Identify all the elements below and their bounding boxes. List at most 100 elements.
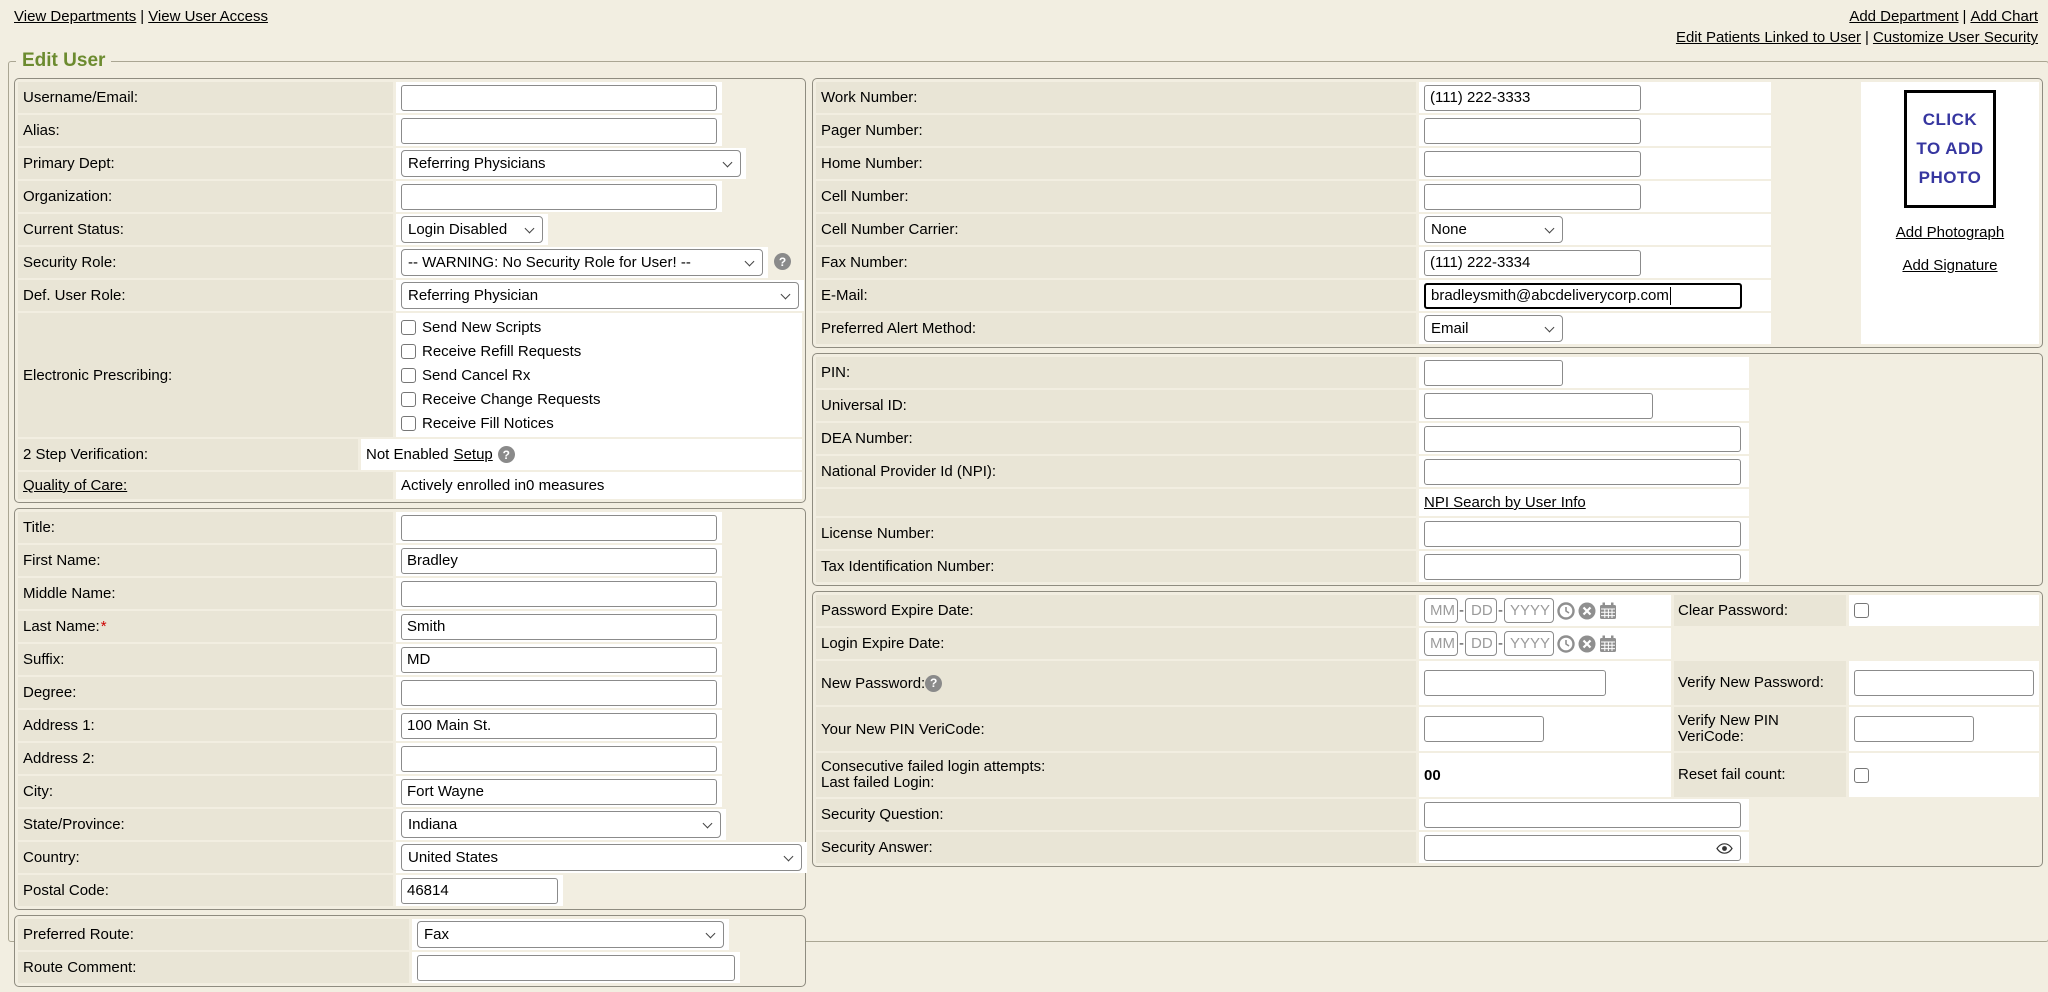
alias-input[interactable]: [401, 118, 717, 144]
send-new-scripts-checkbox[interactable]: [401, 320, 416, 335]
clock-icon[interactable]: [1557, 602, 1575, 620]
add-department-link[interactable]: Add Department: [1849, 8, 1958, 25]
account-box: Username/Email: Alias: Primary Dept: Ref…: [14, 78, 806, 503]
security-question-input[interactable]: [1424, 802, 1741, 828]
pin-label: PIN:: [816, 357, 1416, 388]
primary-dept-select[interactable]: Referring Physicians: [401, 150, 741, 177]
add-signature-link[interactable]: Add Signature: [1902, 257, 1997, 274]
route-comment-label: Route Comment:: [18, 952, 409, 983]
password-expire-dd[interactable]: DD: [1465, 598, 1497, 623]
chevron-down-icon: [525, 224, 535, 234]
login-expire-label: Login Expire Date:: [816, 628, 1416, 659]
country-select[interactable]: United States: [401, 844, 802, 871]
license-number-input[interactable]: [1424, 521, 1741, 547]
login-expire-dd[interactable]: DD: [1465, 631, 1497, 656]
suffix-input[interactable]: MD: [401, 647, 717, 673]
new-password-input[interactable]: [1424, 670, 1606, 696]
receive-fill-notices-checkbox[interactable]: [401, 416, 416, 431]
password-expire-label: Password Expire Date:: [816, 595, 1416, 626]
pin-vericode-input[interactable]: [1424, 716, 1544, 742]
receive-refill-requests-label: Receive Refill Requests: [422, 343, 581, 360]
last-name-input[interactable]: Smith: [401, 614, 717, 640]
first-name-input[interactable]: Bradley: [401, 548, 717, 574]
cell-carrier-row: Cell Number Carrier: None: [816, 214, 1858, 245]
add-chart-link[interactable]: Add Chart: [1970, 8, 2038, 25]
view-user-access-link[interactable]: View User Access: [148, 8, 268, 25]
degree-input[interactable]: [401, 680, 717, 706]
failed-attempts-value: 00: [1424, 767, 1441, 784]
city-input[interactable]: Fort Wayne: [401, 779, 717, 805]
tax-id-input[interactable]: [1424, 554, 1741, 580]
postal-input[interactable]: 46814: [401, 878, 558, 904]
reset-fail-count-label: Reset fail count:: [1674, 753, 1846, 797]
email-input[interactable]: bradleysmith@abcdeliverycorp.com: [1424, 283, 1742, 309]
edit-patients-linked-link[interactable]: Edit Patients Linked to User: [1676, 29, 1861, 46]
state-value: Indiana: [408, 816, 457, 833]
receive-refill-requests-checkbox[interactable]: [401, 344, 416, 359]
customize-user-security-link[interactable]: Customize User Security: [1873, 29, 2038, 46]
reset-fail-count-checkbox[interactable]: [1854, 768, 1869, 783]
pager-number-input[interactable]: [1424, 118, 1641, 144]
add-photo-box[interactable]: CLICK TO ADD PHOTO: [1904, 90, 1996, 208]
username-input[interactable]: [401, 85, 717, 111]
cell-number-input[interactable]: [1424, 184, 1641, 210]
email-row: E-Mail: bradleysmith@abcdeliverycorp.com: [816, 280, 1858, 311]
help-icon[interactable]: ?: [498, 446, 515, 463]
eye-icon[interactable]: [1716, 841, 1733, 858]
middle-name-input[interactable]: [401, 581, 717, 607]
calendar-icon[interactable]: [1599, 602, 1617, 620]
title-input[interactable]: [401, 515, 717, 541]
calendar-icon[interactable]: [1599, 635, 1617, 653]
edit-user-fieldset: Edit User Username/Email: Alias: Primary…: [8, 50, 2048, 942]
dea-number-input[interactable]: [1424, 426, 1741, 452]
login-expire-mm[interactable]: MM: [1424, 631, 1458, 656]
address1-input[interactable]: 100 Main St.: [401, 713, 717, 739]
country-value: United States: [408, 849, 498, 866]
tax-id-label: Tax Identification Number:: [816, 551, 1416, 582]
password-expire-mm[interactable]: MM: [1424, 598, 1458, 623]
home-number-input[interactable]: [1424, 151, 1641, 177]
clear-date-icon[interactable]: [1578, 602, 1596, 620]
clear-date-icon[interactable]: [1578, 635, 1596, 653]
state-select[interactable]: Indiana: [401, 811, 721, 838]
current-status-select[interactable]: Login Disabled: [401, 216, 543, 243]
top-nav: View Departments|View User Access Add De…: [0, 0, 2048, 48]
def-user-role-select[interactable]: Referring Physician: [401, 282, 799, 309]
universal-id-row: Universal ID:: [816, 390, 2039, 421]
password-expire-yyyy[interactable]: YYYY: [1504, 598, 1554, 623]
preferred-route-select[interactable]: Fax: [417, 921, 724, 948]
fax-number-input[interactable]: (111) 222-3334: [1424, 250, 1641, 276]
verify-pin-vericode-input[interactable]: [1854, 716, 1974, 742]
clock-icon[interactable]: [1557, 635, 1575, 653]
npi-input[interactable]: [1424, 459, 1741, 485]
current-status-label: Current Status:: [18, 214, 393, 245]
security-role-select[interactable]: -- WARNING: No Security Role for User! -…: [401, 249, 763, 276]
clear-password-checkbox[interactable]: [1854, 603, 1869, 618]
chevron-down-icon: [706, 929, 716, 939]
verify-new-password-input[interactable]: [1854, 670, 2034, 696]
npi-search-link[interactable]: NPI Search by User Info: [1424, 494, 1586, 511]
security-answer-input[interactable]: [1424, 835, 1741, 861]
help-icon[interactable]: ?: [774, 253, 791, 270]
cell-carrier-select[interactable]: None: [1424, 216, 1563, 243]
send-cancel-rx-checkbox[interactable]: [401, 368, 416, 383]
universal-id-input[interactable]: [1424, 393, 1653, 419]
work-number-input[interactable]: (111) 222-3333: [1424, 85, 1641, 111]
cell-number-row: Cell Number:: [816, 181, 1858, 212]
receive-change-requests-label: Receive Change Requests: [422, 391, 600, 408]
pin-input[interactable]: [1424, 360, 1563, 386]
two-step-setup-link[interactable]: Setup: [454, 446, 493, 463]
add-photograph-link[interactable]: Add Photograph: [1896, 224, 2004, 241]
login-expire-yyyy[interactable]: YYYY: [1504, 631, 1554, 656]
organization-label: Organization:: [18, 181, 393, 212]
cell-carrier-value: None: [1431, 221, 1467, 238]
view-departments-link[interactable]: View Departments: [14, 8, 136, 25]
address2-input[interactable]: [401, 746, 717, 772]
organization-input[interactable]: [401, 184, 717, 210]
alert-method-select[interactable]: Email: [1424, 315, 1563, 342]
receive-change-requests-checkbox[interactable]: [401, 392, 416, 407]
required-asterisk: *: [101, 618, 107, 635]
quality-of-care-link[interactable]: Quality of Care:: [23, 477, 127, 494]
help-icon[interactable]: ?: [925, 675, 942, 692]
route-comment-input[interactable]: [417, 955, 735, 981]
